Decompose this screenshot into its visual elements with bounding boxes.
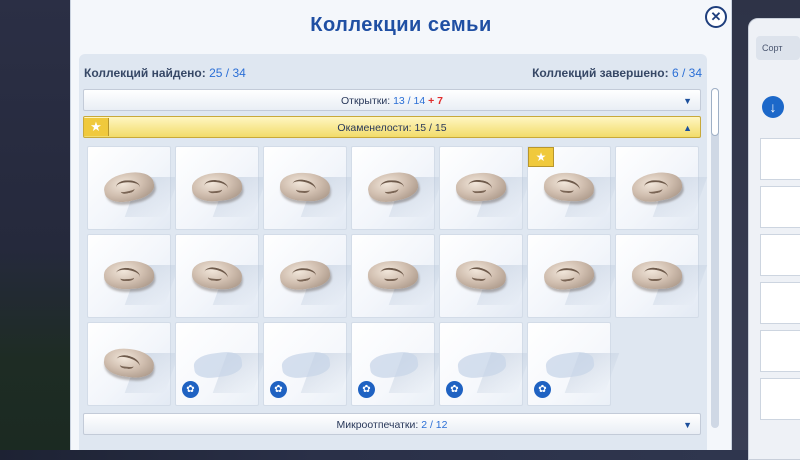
fossil-slot-empty[interactable]: ✿	[175, 322, 268, 406]
found-label: Коллекций найдено:	[84, 66, 206, 80]
star-icon: ★	[528, 147, 554, 167]
fossil-grid: ★ ✿ ✿ ✿ ✿ ✿	[87, 146, 708, 406]
fossil-slot-found[interactable]	[615, 146, 708, 230]
fossil-slot-found[interactable]	[615, 234, 708, 318]
fossil-icon	[103, 259, 155, 291]
star-icon: ★	[84, 118, 109, 136]
fossil-imprint	[559, 184, 575, 194]
fossil-imprint	[295, 184, 311, 194]
collections-found: Коллекций найдено: 25 / 34	[84, 66, 246, 80]
chevron-down-icon: ▼	[683, 420, 692, 430]
fossil-slot-empty[interactable]: ✿	[351, 322, 444, 406]
collection-bar-fossils[interactable]: ★ Окаменелости: 15 / 15 ▲	[83, 116, 701, 138]
fossil-slot-found[interactable]	[87, 322, 180, 406]
side-item[interactable]	[760, 186, 800, 228]
fossil-icon	[454, 258, 508, 292]
fossil-icon	[102, 346, 156, 380]
scrollbar-track[interactable]	[711, 88, 719, 428]
fossil-slot-found[interactable]	[351, 146, 444, 230]
locked-item-icon: ✿	[270, 381, 287, 398]
fossil-slot-found[interactable]	[263, 146, 356, 230]
collection-count: 15 / 15	[414, 122, 447, 134]
side-item[interactable]	[760, 282, 800, 324]
fossil-slot-found[interactable]	[87, 234, 180, 318]
fossil-icon	[367, 260, 419, 290]
collection-bar-postcards[interactable]: Открытки: 13 / 14 + 7 ▼	[83, 89, 701, 111]
sort-tab[interactable]: Сорт	[756, 36, 800, 60]
fossil-slot-found[interactable]	[87, 146, 180, 230]
fossil-imprint	[383, 272, 399, 282]
fossil-icon	[279, 172, 331, 202]
fossil-slot-found[interactable]	[439, 234, 532, 318]
locked-item-icon: ✿	[182, 381, 199, 398]
fossil-slot-found[interactable]	[527, 234, 620, 318]
fossil-icon	[631, 260, 683, 290]
collections-content: Коллекций найдено: 25 / 34 Коллекций зав…	[79, 54, 708, 450]
side-item[interactable]	[760, 138, 800, 180]
fossil-icon	[191, 259, 243, 291]
fossil-slot-found[interactable]	[175, 234, 268, 318]
collection-new-count: + 7	[428, 95, 443, 107]
fossil-slot-empty[interactable]: ✿	[263, 322, 356, 406]
side-item[interactable]	[760, 378, 800, 420]
collection-bar-microprints[interactable]: Микроотпечатки: 2 / 12 ▼	[83, 413, 701, 435]
fossil-slot-found[interactable]	[175, 146, 268, 230]
completed-value: 6 / 34	[671, 66, 702, 80]
background-scene-left	[0, 0, 72, 450]
collections-dialog: Коллекции семьи ✕ Коллекций найдено: 25 …	[70, 0, 732, 450]
completed-label: Коллекций завершено:	[532, 66, 669, 80]
fossil-slot-empty[interactable]: ✿	[439, 322, 532, 406]
chevron-down-icon: ▼	[683, 96, 692, 106]
collection-label: Окаменелости:	[337, 122, 412, 134]
fossil-imprint	[119, 272, 135, 282]
side-item[interactable]	[760, 234, 800, 276]
dialog-title: Коллекции семьи	[310, 14, 492, 36]
arrow-down-icon[interactable]: ↓	[762, 96, 784, 118]
fossil-slot-found[interactable]	[351, 234, 444, 318]
collection-label: Открытки:	[340, 95, 391, 107]
scrollbar-thumb[interactable]	[711, 88, 719, 136]
locked-item-icon: ✿	[534, 381, 551, 398]
collection-count: 13 / 14	[393, 95, 426, 107]
fossil-slot-found[interactable]: ★	[527, 146, 620, 230]
fossil-imprint	[119, 360, 135, 370]
collections-completed: Коллекций завершено: 6 / 34	[532, 66, 702, 80]
fossil-imprint	[471, 272, 487, 282]
close-icon[interactable]: ✕	[705, 6, 727, 28]
fossil-imprint	[647, 272, 663, 282]
fossil-imprint	[207, 272, 223, 282]
fossil-slot-found[interactable]	[439, 146, 532, 230]
found-value: 25 / 34	[209, 66, 246, 80]
side-item[interactable]	[760, 330, 800, 372]
collection-count: 2 / 12	[421, 419, 448, 431]
fossil-slot-empty[interactable]: ✿	[527, 322, 620, 406]
locked-item-icon: ✿	[358, 381, 375, 398]
chevron-up-icon: ▲	[683, 123, 692, 133]
locked-item-icon: ✿	[446, 381, 463, 398]
fossil-slot-found[interactable]	[263, 234, 356, 318]
collection-label: Микроотпечатки:	[336, 419, 419, 431]
